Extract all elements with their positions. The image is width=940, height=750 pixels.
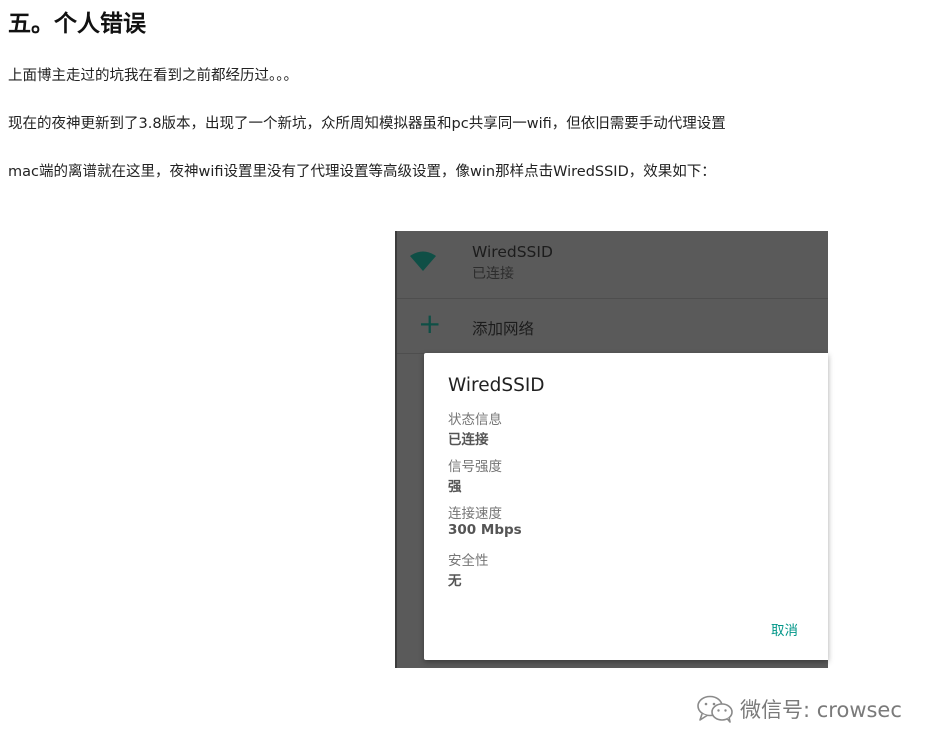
status-label: 状态信息	[448, 412, 502, 428]
status-value: 已连接	[448, 432, 489, 448]
network-name: WiredSSID	[472, 243, 553, 261]
paragraph-3: mac端的离谱就在这里，夜神wifi设置里没有了代理设置等高级设置，像win那样…	[8, 164, 716, 180]
security-label: 安全性	[448, 553, 489, 569]
speed-value: 300 Mbps	[448, 522, 522, 538]
watermark-text: 微信号: crowsec	[740, 698, 902, 722]
paragraph-2: 现在的夜神更新到了3.8版本，出现了一个新坑，众所周知模拟器虽和pc共享同一wi…	[8, 116, 726, 132]
speed-label: 连接速度	[448, 506, 502, 522]
paragraph-1: 上面博主走过的坑我在看到之前都经历过。。。	[8, 68, 298, 84]
network-status: 已连接	[472, 266, 514, 282]
wechat-icon	[697, 695, 733, 723]
plus-icon: +	[418, 307, 442, 340]
wechat-watermark: 微信号: crowsec	[696, 694, 902, 724]
page: 五。个人错误 上面博主走过的坑我在看到之前都经历过。。。 现在的夜神更新到了3.…	[0, 0, 940, 750]
section-heading: 五。个人错误	[8, 11, 146, 37]
add-network-row[interactable]: + 添加网络	[397, 299, 828, 354]
security-value: 无	[448, 573, 462, 589]
cancel-button[interactable]: 取消	[771, 619, 798, 639]
network-details-dialog: WiredSSID 状态信息 已连接 信号强度 强 连接速度 300 Mbps …	[424, 353, 828, 660]
signal-label: 信号强度	[448, 459, 502, 475]
signal-value: 强	[448, 479, 462, 495]
add-network-label: 添加网络	[472, 320, 535, 338]
wifi-icon	[410, 251, 436, 271]
network-row-wiredssid[interactable]: WiredSSID 已连接	[397, 231, 828, 299]
dialog-title: WiredSSID	[448, 375, 545, 396]
